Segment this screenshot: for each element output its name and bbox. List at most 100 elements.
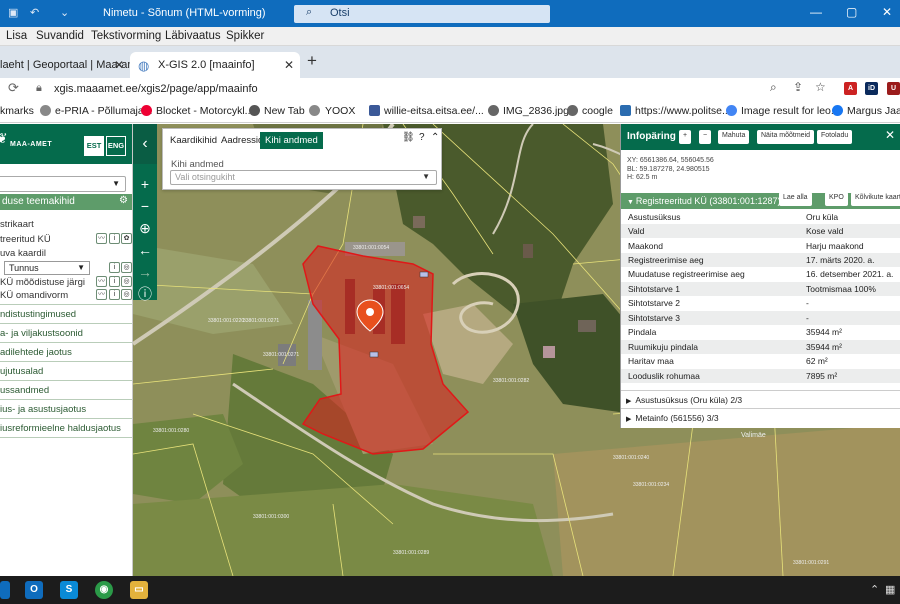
collapse-panel-button[interactable]: ‹ <box>133 124 157 164</box>
customize-icon[interactable]: ⌄ <box>60 6 69 19</box>
locate-icon[interactable]: ⊕ <box>133 218 157 238</box>
info-icon[interactable]: i <box>109 233 120 244</box>
zoom-out-button[interactable]: − <box>699 130 712 144</box>
info-icon[interactable]: i <box>109 289 120 300</box>
bookmark-item[interactable]: kmarks <box>0 105 34 117</box>
new-tab-button[interactable]: + <box>307 51 317 71</box>
app-icon[interactable] <box>0 581 10 599</box>
kpo-button[interactable]: KPO <box>825 192 848 206</box>
theme-section[interactable]: ussandmed <box>0 380 132 399</box>
bookmark-item[interactable]: coogle <box>582 105 613 117</box>
reload-icon[interactable]: ⟳ <box>8 80 19 96</box>
zoom-icon[interactable]: ⌕ <box>770 80 777 95</box>
info-icon[interactable]: i <box>109 276 120 287</box>
land-use-map-button[interactable]: Kõlvikute kaart <box>851 192 900 206</box>
bookmark-item[interactable]: Blocket - Motorcykl... <box>156 105 253 117</box>
forward-icon[interactable]: → <box>133 262 157 282</box>
gear-icon[interactable]: ⚙ <box>119 195 128 206</box>
settings-icon[interactable]: ◎ <box>121 289 132 300</box>
maximize-icon[interactable]: ▢ <box>846 5 857 19</box>
show-measurements-button[interactable]: Näita mõõtmeid <box>757 130 815 144</box>
outlook-search-input[interactable]: ⌕ Otsi <box>294 5 550 23</box>
layer-item[interactable]: strikaart <box>0 219 34 230</box>
bookmark-item[interactable]: willie-eitsa.eitsa.ee/... <box>384 105 484 117</box>
undo-icon[interactable]: ↶ <box>30 6 39 19</box>
bookmark-item[interactable]: IMG_2836.jpg <box>503 105 569 117</box>
id-extension-icon[interactable]: iD <box>865 82 878 95</box>
close-icon[interactable]: ✕ <box>885 128 895 142</box>
tab-geoportaal[interactable]: laeht | Geoportaal | Maa-amet✕ <box>0 52 130 78</box>
chart-icon[interactable]: 〰 <box>96 276 107 287</box>
map-place-label: Valimäe <box>741 432 766 439</box>
window-title: Nimetu - Sõnum (HTML-vorming) <box>103 7 266 19</box>
bookmark-item[interactable]: Margus Jaansc <box>847 105 900 117</box>
zoom-in-button[interactable]: + <box>679 130 692 144</box>
expander-settlement[interactable]: ▶ Asustusüksus (Oru küla) 2/3 <box>621 390 900 407</box>
theme-section[interactable]: ujutusalad <box>0 361 132 380</box>
skype-icon[interactable]: S <box>60 581 78 599</box>
info-icon[interactable]: i <box>109 262 120 273</box>
chart-icon[interactable]: 〰 <box>96 289 107 300</box>
settings-icon[interactable]: ◎ <box>121 262 132 273</box>
photo-archive-button[interactable]: Fotoladu <box>817 130 853 144</box>
lang-est-button[interactable]: EST <box>84 136 104 156</box>
settings-icon[interactable]: ✿ <box>121 233 132 244</box>
back-icon[interactable]: ← <box>133 240 157 260</box>
save-icon[interactable]: ▣ <box>8 6 18 19</box>
chart-icon[interactable]: 〰 <box>96 233 107 244</box>
menu-labivaatus[interactable]: Läbivaatus <box>165 30 221 42</box>
link-icon[interactable]: ⛓ <box>402 132 415 143</box>
tab-xgis[interactable]: ◍ X-GIS 2.0 [maainfo] ✕ <box>130 52 300 78</box>
theme-layers-header[interactable]: duse teemakihid ⚙ <box>0 194 132 210</box>
chrome-icon[interactable]: ◉ <box>95 581 113 599</box>
help-icon[interactable]: ? <box>419 132 425 143</box>
close-icon[interactable]: ✕ <box>882 5 892 19</box>
layer-item[interactable]: treeritud KÜ <box>0 234 51 245</box>
shield-extension-icon[interactable]: U <box>887 82 900 95</box>
theme-section[interactable]: ndistustingimused <box>0 304 132 323</box>
close-icon[interactable]: ✕ <box>284 58 294 72</box>
bookmark-item[interactable]: https://www.politse... <box>635 105 731 117</box>
pdf-extension-icon[interactable]: A <box>844 82 857 95</box>
bookmark-item[interactable]: YOOX <box>325 105 355 117</box>
theme-section[interactable]: ius- ja asustusjaotus <box>0 399 132 418</box>
zoom-in-button[interactable]: + <box>133 174 157 194</box>
menu-tekstivorming[interactable]: Tekstivorming <box>91 30 161 42</box>
theme-section[interactable]: adilehtede jaotus <box>0 342 132 361</box>
settings-icon[interactable]: ◎ <box>121 276 132 287</box>
lang-eng-button[interactable]: ENG <box>106 136 126 156</box>
url-field[interactable]: xgis.maaamet.ee/xgis2/page/app/maainfo <box>54 83 258 95</box>
info-icon[interactable]: ⓘ <box>133 284 157 304</box>
close-icon[interactable]: ✕ <box>114 58 124 72</box>
folder-icon[interactable]: ▭ <box>130 581 148 599</box>
theme-select[interactable]: ▼ <box>0 176 126 192</box>
bookmark-item[interactable]: e-PRIA - Põllumaja... <box>55 105 152 117</box>
share-icon[interactable]: ⇪ <box>793 80 803 94</box>
outlook-icon[interactable]: O <box>25 581 43 599</box>
network-icon[interactable]: ▦ <box>885 583 895 596</box>
svg-text:33801:001:0234: 33801:001:0234 <box>633 482 669 488</box>
expander-metainfo[interactable]: ▶ Metainfo (561556) 3/3 <box>621 408 900 425</box>
zoom-out-button[interactable]: − <box>133 196 157 216</box>
fit-button[interactable]: Mahuta <box>718 130 750 144</box>
layer-item[interactable]: KÜ omandivorm <box>0 290 68 301</box>
menu-spikker[interactable]: Spikker <box>226 30 264 42</box>
search-layer-select[interactable]: Vali otsingukiht ▼ <box>170 170 437 185</box>
star-icon[interactable]: ☆ <box>815 80 826 94</box>
collapse-up-icon[interactable]: ⌃ <box>431 132 439 143</box>
label-select[interactable]: Tunnus ▼ <box>4 261 90 275</box>
theme-section[interactable]: a- ja viljakustsoonid <box>0 323 132 342</box>
tab-kaardikihid[interactable]: Kaardikihid <box>165 132 222 149</box>
menu-lisa[interactable]: Lisa <box>6 30 27 42</box>
chevron-up-icon[interactable]: ⌃ <box>870 583 879 596</box>
bookmark-item[interactable]: Image result for leo... <box>741 105 840 117</box>
bookmark-item[interactable]: New Tab <box>264 105 305 117</box>
theme-section[interactable]: iusreformieelne haldusjaotus <box>0 418 132 437</box>
tab-kihi-andmed[interactable]: Kihi andmed <box>260 132 323 149</box>
layer-item[interactable]: KÜ mõõdistuse järgi <box>0 277 85 288</box>
lock-icon[interactable]: 🔒︎ <box>36 82 42 95</box>
download-button[interactable]: Lae alla <box>779 192 812 206</box>
tab-label: X-GIS 2.0 [maainfo] <box>158 59 255 71</box>
minimize-icon[interactable]: — <box>810 5 822 19</box>
menu-suvandid[interactable]: Suvandid <box>36 30 84 42</box>
